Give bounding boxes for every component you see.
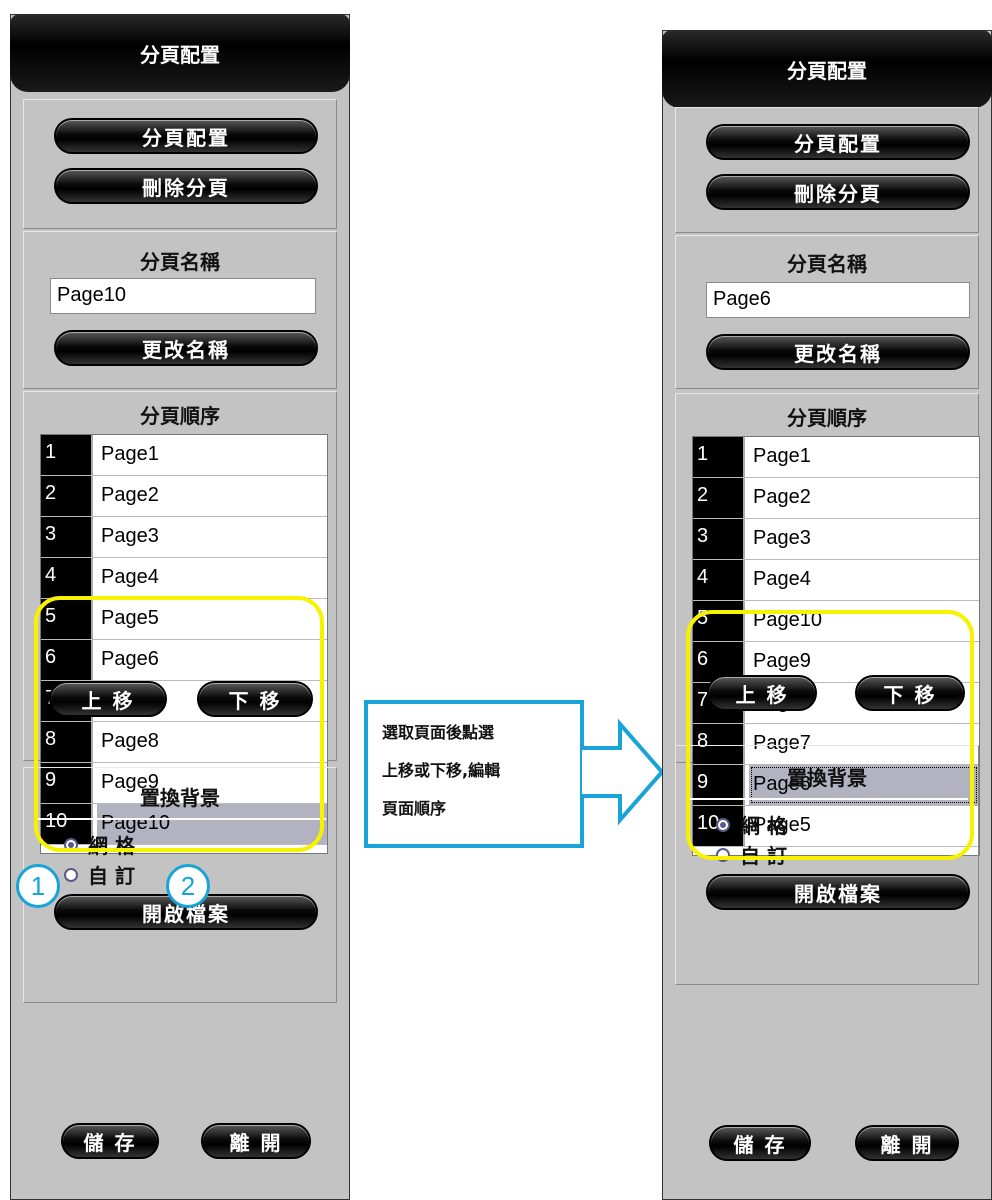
callout-line-2: 上移或下移,編輯 (382, 761, 501, 780)
list-item-name: Page3 (101, 525, 159, 547)
badge-two: 2 (166, 864, 210, 908)
list-item-number: 1 (693, 437, 745, 477)
page-name-label: 分頁名稱 (787, 252, 867, 276)
list-item-name: Page4 (101, 566, 159, 588)
page-order-label: 分頁順序 (787, 406, 867, 430)
radio-custom[interactable]: 自 訂 (64, 860, 135, 889)
save-button[interactable]: 儲 存 (709, 1125, 811, 1161)
list-item-number: 4 (41, 558, 93, 598)
page-order-label: 分頁順序 (140, 404, 220, 428)
list-item-name: Page2 (101, 484, 159, 506)
page-name-label: 分頁名稱 (140, 250, 220, 274)
page-name-section: 分頁名稱 Page6 更改名稱 (675, 235, 979, 389)
list-item[interactable]: 2 Page2 (41, 476, 327, 517)
page-actions-section: 分頁配置 刪除分頁 (675, 107, 979, 233)
save-button[interactable]: 儲 存 (61, 1123, 159, 1159)
list-item-name: Page4 (753, 568, 811, 590)
panel-title: 分頁配置 (10, 14, 350, 92)
radio-custom-label: 自 訂 (88, 864, 135, 888)
list-item[interactable]: 1 Page1 (41, 435, 327, 476)
open-file-button[interactable]: 開啟檔案 (706, 874, 970, 910)
list-item[interactable]: 3 Page3 (41, 517, 327, 558)
layout-button[interactable]: 分頁配置 (706, 124, 970, 160)
list-item[interactable]: 3 Page3 (693, 519, 979, 560)
list-item-number: 3 (693, 519, 745, 559)
selection-highlight (34, 596, 324, 852)
instruction-callout: 選取頁面後點選 上移或下移,編輯 頁面順序 (364, 700, 584, 848)
list-item-number: 2 (41, 476, 93, 516)
list-item-name: Page3 (753, 527, 811, 549)
list-item[interactable]: 1 Page1 (693, 437, 979, 478)
list-item-number: 2 (693, 478, 745, 518)
list-item-name: Page1 (753, 445, 811, 467)
delete-page-button[interactable]: 刪除分頁 (706, 174, 970, 210)
exit-button[interactable]: 離 開 (855, 1125, 959, 1161)
list-item-name: Page2 (753, 486, 811, 508)
list-item-number: 1 (41, 435, 93, 475)
rename-button[interactable]: 更改名稱 (54, 330, 318, 366)
layout-button[interactable]: 分頁配置 (54, 118, 318, 154)
page-name-input[interactable]: Page10 (50, 278, 316, 314)
list-item-number: 3 (41, 517, 93, 557)
page-name-section: 分頁名稱 Page10 更改名稱 (23, 231, 337, 389)
list-item[interactable]: 2 Page2 (693, 478, 979, 519)
list-item-number: 4 (693, 560, 745, 600)
delete-page-button[interactable]: 刪除分頁 (54, 168, 318, 204)
list-item[interactable]: 4 Page4 (693, 560, 979, 601)
list-item-name: Page1 (101, 443, 159, 465)
callout-line-1: 選取頁面後點選 (382, 723, 495, 742)
exit-button[interactable]: 離 開 (201, 1123, 311, 1159)
rename-button[interactable]: 更改名稱 (706, 334, 970, 370)
panel-title: 分頁配置 (662, 30, 992, 108)
selection-highlight (686, 610, 974, 860)
list-item[interactable]: 4 Page4 (41, 558, 327, 599)
page-name-input[interactable]: Page6 (706, 282, 970, 318)
badge-one: 1 (16, 864, 60, 908)
page-actions-section: 分頁配置 刪除分頁 (23, 99, 337, 229)
arrow-right-icon (580, 718, 665, 826)
radio-unselected-icon (64, 867, 78, 882)
callout-line-3: 頁面順序 (382, 799, 447, 818)
